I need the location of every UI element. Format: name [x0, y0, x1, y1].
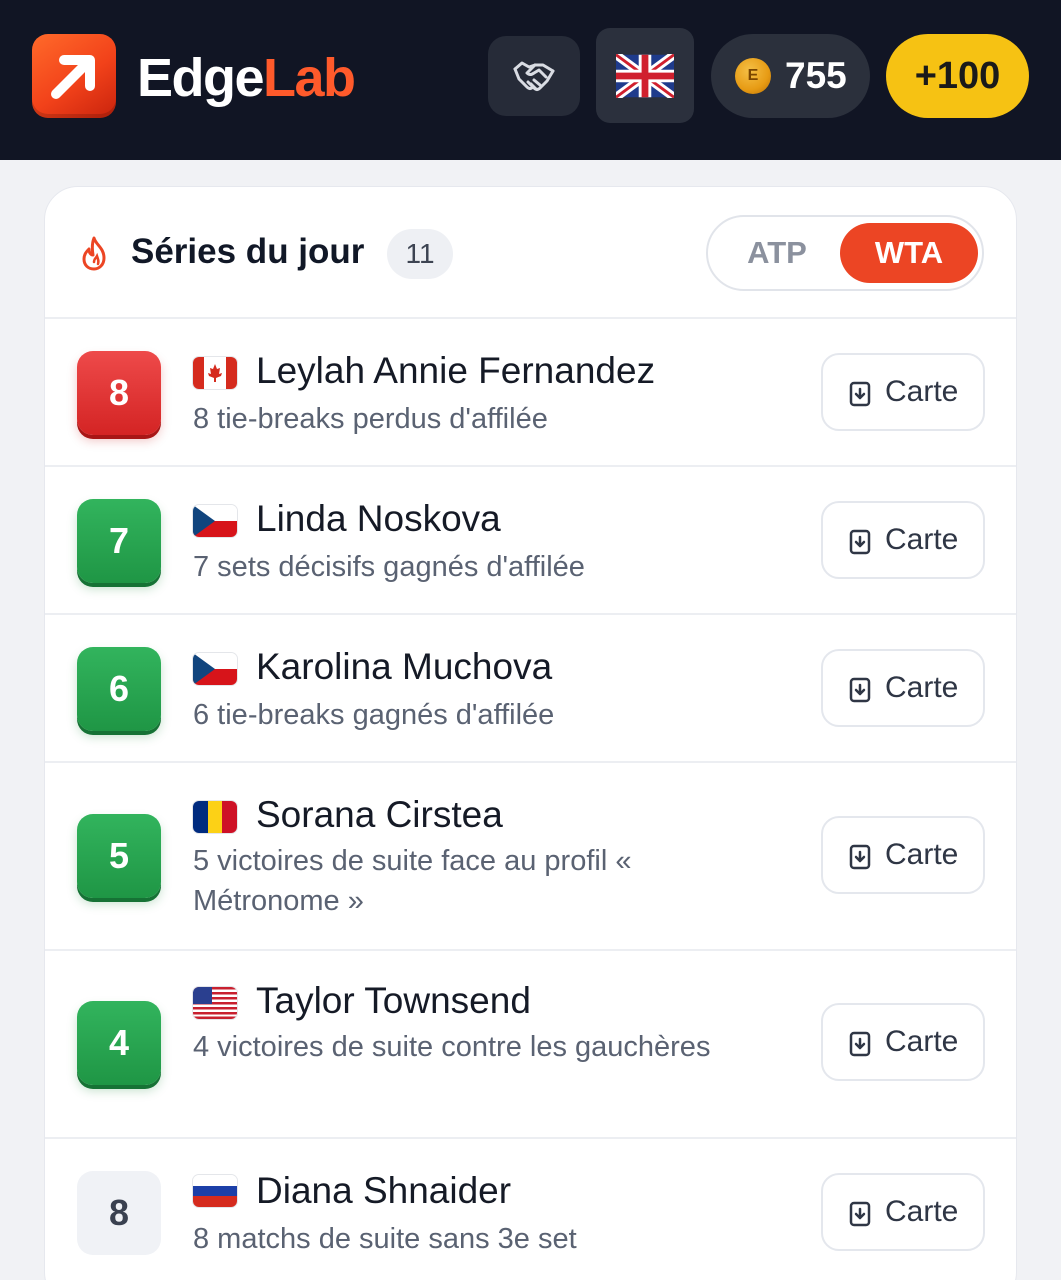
streak-description: 5 victoires de suite face au profil « Mé…: [193, 845, 632, 917]
language-button[interactable]: [596, 28, 694, 123]
czech-flag-icon: [193, 505, 237, 537]
download-card-icon: [849, 1031, 871, 1057]
streak-length-badge: 8: [77, 351, 161, 435]
download-card-icon: [849, 529, 871, 555]
brand-name-part2: Lab: [263, 48, 356, 108]
player-name[interactable]: Linda Noskova: [256, 497, 501, 541]
logo-arrow-icon[interactable]: [32, 34, 116, 118]
streak-description: 7 sets décisifs gagnés d'affilée: [193, 551, 585, 583]
romania-flag-icon: [193, 801, 237, 833]
card-button-label: Carte: [885, 523, 959, 556]
streak-description: 4 victoires de suite contre les gauchère…: [193, 1031, 711, 1063]
usa-flag-icon: [193, 987, 237, 1019]
card-button[interactable]: Carte: [821, 1173, 985, 1251]
streak-length-badge: 6: [77, 647, 161, 731]
streaks-card: Séries du jour 11 ATP WTA 8 Leylah Annie…: [44, 186, 1017, 1280]
section-title: Séries du jour: [131, 232, 365, 271]
coin-count: 755: [785, 55, 847, 96]
card-button-label: Carte: [885, 375, 959, 408]
download-card-icon: [849, 844, 871, 870]
tab-wta[interactable]: WTA: [840, 223, 978, 283]
streak-length-badge: 4: [77, 1001, 161, 1085]
card-button-label: Carte: [885, 838, 959, 871]
streak-length-badge: 7: [77, 499, 161, 583]
download-card-icon: [849, 1201, 871, 1227]
canada-flag-icon: [193, 357, 237, 389]
streak-row[interactable]: 5 Sorana Cirstea 5 victoires de suite fa…: [45, 763, 1016, 951]
card-button[interactable]: Carte: [821, 353, 985, 431]
streak-description: 8 matchs de suite sans 3e set: [193, 1223, 577, 1255]
streaks-card-header: Séries du jour 11 ATP WTA: [45, 187, 1016, 319]
card-button-label: Carte: [885, 671, 959, 704]
partners-button[interactable]: [488, 36, 580, 116]
coin-icon: E: [735, 58, 771, 94]
streak-row[interactable]: 8 Diana Shnaider 8 matchs de suite sans …: [45, 1139, 1016, 1280]
streak-description: 8 tie-breaks perdus d'affilée: [193, 403, 548, 435]
add-coins-button[interactable]: +100: [886, 34, 1029, 118]
streak-row[interactable]: 8 Leylah Annie Fernandez 8 tie-breaks pe…: [45, 319, 1016, 467]
top-bar: EdgeLab E 755 +100: [0, 0, 1061, 160]
tab-atp[interactable]: ATP: [714, 223, 840, 283]
coin-balance[interactable]: E 755: [711, 34, 870, 118]
streak-description: 6 tie-breaks gagnés d'affilée: [193, 699, 555, 731]
tour-toggle: ATP WTA: [706, 215, 984, 291]
card-button[interactable]: Carte: [821, 816, 985, 894]
brand-name[interactable]: EdgeLab: [137, 48, 356, 108]
player-name[interactable]: Sorana Cirstea: [256, 793, 503, 837]
streak-length-badge: 8: [77, 1171, 161, 1255]
streak-length-badge: 5: [77, 814, 161, 898]
card-button[interactable]: Carte: [821, 1003, 985, 1081]
card-button[interactable]: Carte: [821, 501, 985, 579]
czech-flag-icon: [193, 653, 237, 685]
flame-icon: [82, 236, 106, 271]
player-name[interactable]: Diana Shnaider: [256, 1169, 511, 1213]
card-button[interactable]: Carte: [821, 649, 985, 727]
uk-flag-icon: [616, 53, 674, 98]
download-card-icon: [849, 381, 871, 407]
player-name[interactable]: Karolina Muchova: [256, 645, 552, 689]
player-name[interactable]: Leylah Annie Fernandez: [256, 349, 655, 393]
player-name[interactable]: Taylor Townsend: [256, 979, 531, 1023]
streak-row[interactable]: 7 Linda Noskova 7 sets décisifs gagnés d…: [45, 467, 1016, 615]
streak-row[interactable]: 6 Karolina Muchova 6 tie-breaks gagnés d…: [45, 615, 1016, 763]
card-button-label: Carte: [885, 1025, 959, 1058]
streak-row[interactable]: 4 Taylor Townsend 4 victoires de suite c…: [45, 951, 1016, 1139]
handshake-icon: [513, 61, 555, 91]
card-button-label: Carte: [885, 1195, 959, 1228]
brand-name-part1: Edge: [137, 48, 265, 108]
download-card-icon: [849, 677, 871, 703]
streak-count-badge: 11: [387, 229, 453, 279]
russia-flag-icon: [193, 1175, 237, 1207]
